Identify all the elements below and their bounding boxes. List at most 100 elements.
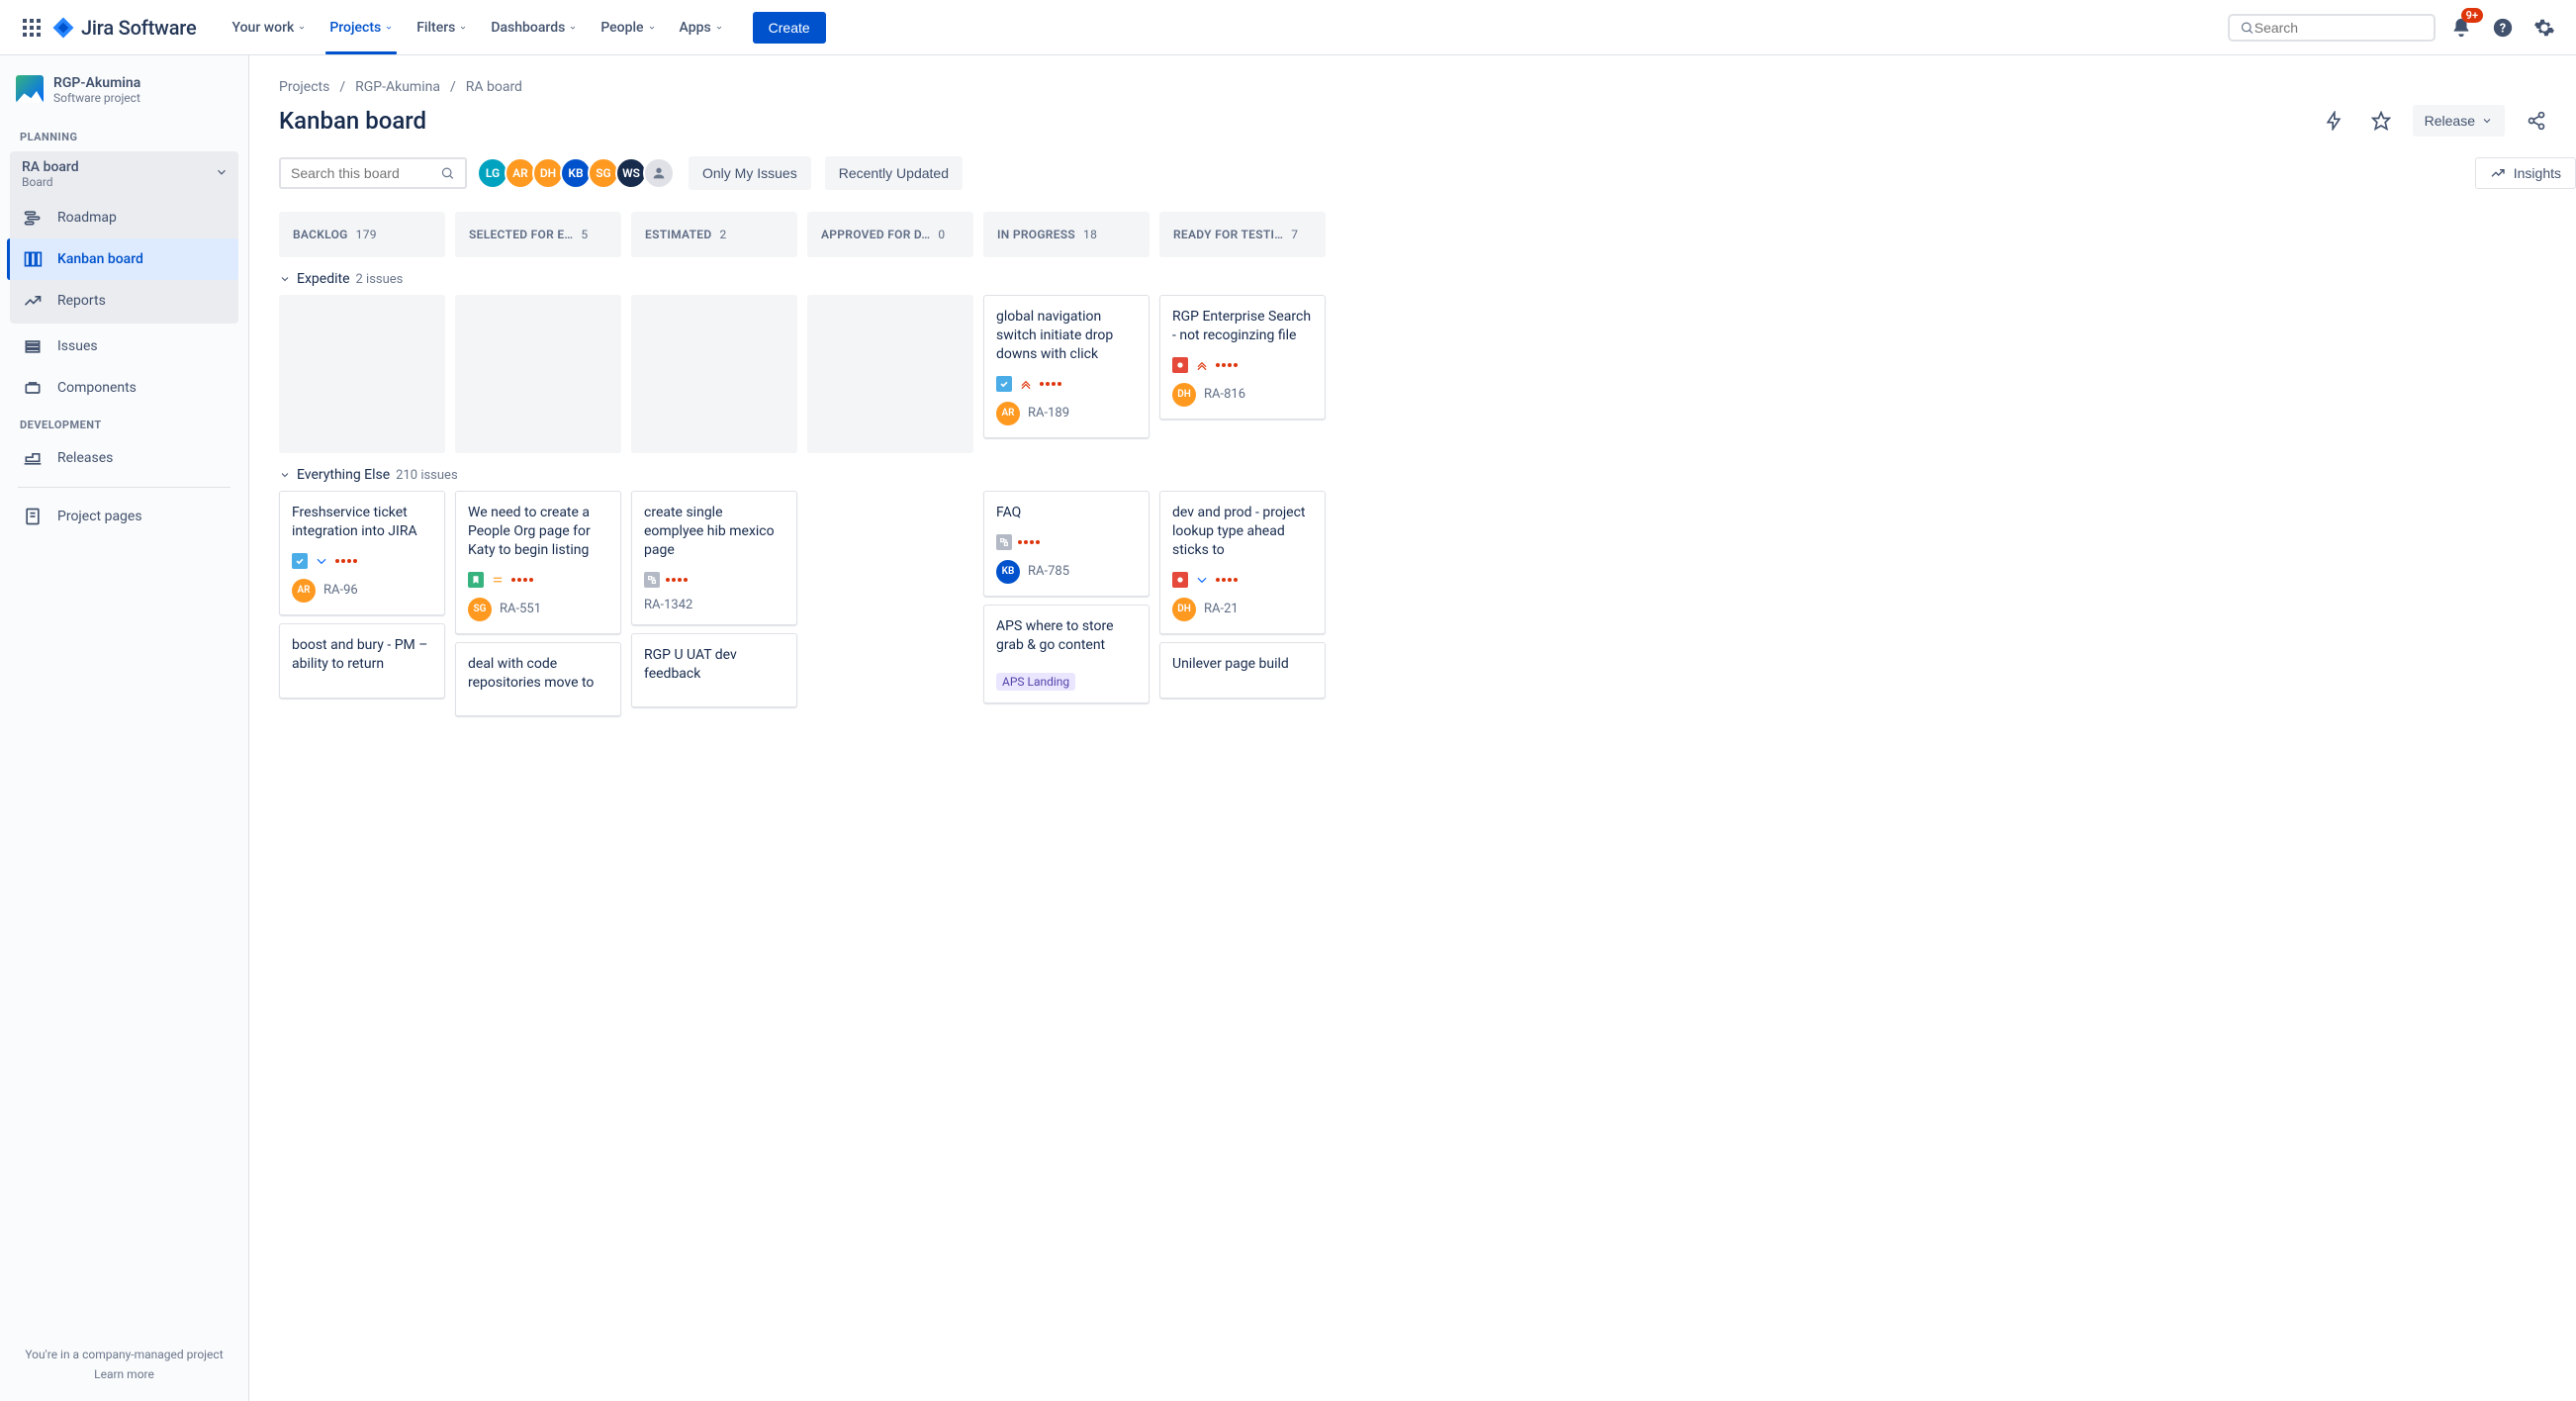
nav-item-dashboards[interactable]: Dashboards (479, 2, 589, 53)
card-title: We need to create a People Org page for … (468, 504, 608, 560)
create-button[interactable]: Create (753, 12, 826, 44)
issue-card[interactable]: Unilever page build (1159, 642, 1326, 699)
card-assignee-avatar: DH (1172, 383, 1196, 407)
card-assignee-avatar: KB (996, 560, 1020, 584)
issue-type-icon (468, 572, 484, 588)
sidebar-item-kanban[interactable]: Kanban board (7, 238, 238, 280)
issue-card[interactable]: dev and prod - project lookup type ahead… (1159, 491, 1326, 634)
release-button[interactable]: Release (2413, 105, 2505, 137)
column-header[interactable]: APPROVED FOR D…0 (807, 212, 973, 257)
global-search-input[interactable] (2254, 20, 2424, 36)
sidebar-board-expand[interactable]: RA board Board (10, 151, 238, 197)
swimlane-everything-else[interactable]: Everything Else 210 issues (279, 467, 2576, 483)
dots-indicator (1216, 363, 1238, 367)
issue-type-icon (1172, 357, 1188, 373)
help-icon[interactable]: ? (2487, 12, 2519, 44)
dots-indicator (1216, 578, 1238, 582)
priority-highest-icon (1018, 376, 1034, 392)
settings-icon[interactable] (2529, 12, 2560, 44)
board-icon (22, 248, 44, 270)
nav-item-projects[interactable]: Projects (318, 2, 405, 53)
issue-type-icon (996, 534, 1012, 550)
sidebar-item-releases[interactable]: Releases (10, 437, 238, 479)
issue-card[interactable]: deal with code repositories move to (455, 642, 621, 717)
sidebar-item-roadmap[interactable]: Roadmap (10, 197, 238, 238)
issue-key: RA-21 (1204, 602, 1239, 616)
notifications-icon[interactable]: 9+ (2445, 12, 2477, 44)
nav-item-apps[interactable]: Apps (668, 2, 735, 53)
column-header[interactable]: ESTIMATED2 (631, 212, 797, 257)
empty-cell[interactable] (279, 295, 445, 453)
share-icon[interactable] (2521, 105, 2552, 137)
app-switcher-icon[interactable] (16, 12, 47, 44)
dots-indicator (335, 559, 357, 563)
issue-type-icon (292, 553, 308, 569)
issue-card[interactable]: global navigation switch initiate drop d… (983, 295, 1150, 438)
card-assignee-avatar: AR (996, 402, 1020, 425)
empty-cell[interactable] (631, 295, 797, 453)
empty-cell[interactable] (807, 295, 973, 453)
star-icon[interactable] (2365, 105, 2397, 137)
breadcrumb-item[interactable]: Projects (279, 79, 329, 95)
issue-type-icon (996, 376, 1012, 392)
issue-card[interactable]: create single eomplyee hib mexico pageRA… (631, 491, 797, 625)
nav-items: Your workProjectsFiltersDashboardsPeople… (220, 2, 734, 53)
page-title: Kanban board (279, 107, 426, 135)
issue-key: RA-551 (500, 602, 541, 616)
section-planning: PLANNING (10, 121, 238, 149)
issue-card[interactable]: RGP Enterprise Search - not recoginzing … (1159, 295, 1326, 420)
sidebar-footer: You're in a company-managed project Lear… (10, 1338, 238, 1391)
sidebar-item-project-pages[interactable]: Project pages (10, 496, 238, 537)
global-search[interactable] (2228, 14, 2436, 42)
issue-card[interactable]: FAQKBRA-785 (983, 491, 1150, 597)
pages-icon (22, 506, 44, 527)
column-header[interactable]: IN PROGRESS18 (983, 212, 1150, 257)
top-nav: Jira Software Your workProjectsFiltersDa… (0, 0, 2576, 55)
column-header[interactable]: SELECTED FOR E…5 (455, 212, 621, 257)
roadmap-icon (22, 207, 44, 229)
sidebar-item-reports[interactable]: Reports (10, 280, 238, 322)
card-title: RGP Enterprise Search - not recoginzing … (1172, 308, 1313, 345)
card-title: Unilever page build (1172, 655, 1313, 674)
learn-more-link[interactable]: Learn more (20, 1367, 229, 1381)
jira-logo[interactable]: Jira Software (51, 16, 196, 40)
sidebar-item-components[interactable]: Components (10, 367, 238, 409)
breadcrumb-item[interactable]: RA board (466, 79, 522, 95)
nav-item-your-work[interactable]: Your work (220, 2, 318, 53)
column-header[interactable]: READY FOR TESTI…7 (1159, 212, 1326, 257)
project-type: Software project (53, 91, 140, 105)
board-search-input[interactable] (291, 165, 440, 181)
sidebar-item-issues[interactable]: Issues (10, 326, 238, 367)
project-header[interactable]: RGP-Akumina Software project (10, 75, 238, 121)
only-my-issues-button[interactable]: Only My Issues (689, 156, 811, 190)
main-content: Projects / RGP-Akumina / RA board Kanban… (249, 55, 2576, 1401)
recently-updated-button[interactable]: Recently Updated (825, 156, 963, 190)
card-title: FAQ (996, 504, 1137, 522)
dots-indicator (1018, 540, 1040, 544)
issue-card[interactable]: We need to create a People Org page for … (455, 491, 621, 634)
notif-badge: 9+ (2461, 8, 2483, 23)
swimlane-expedite[interactable]: Expedite 2 issues (279, 271, 2576, 287)
empty-cell[interactable] (455, 295, 621, 453)
column-header[interactable]: BACKLOG179 (279, 212, 445, 257)
insights-button[interactable]: Insights (2475, 157, 2576, 189)
nav-item-people[interactable]: People (589, 2, 667, 53)
automation-icon[interactable] (2318, 105, 2349, 137)
priority-highest-icon (1194, 357, 1210, 373)
issue-key: RA-189 (1028, 406, 1069, 420)
nav-item-filters[interactable]: Filters (405, 2, 479, 53)
components-icon (22, 377, 44, 399)
issue-card[interactable]: RGP U UAT dev feedback (631, 633, 797, 708)
issue-card[interactable]: APS where to store grab & go contentAPS … (983, 605, 1150, 703)
card-title: Freshservice ticket integration into JIR… (292, 504, 432, 541)
issue-type-icon (644, 572, 660, 588)
breadcrumb: Projects / RGP-Akumina / RA board (279, 79, 2576, 95)
card-assignee-avatar: SG (468, 598, 492, 621)
priority-medium-icon (490, 572, 506, 588)
issue-card[interactable]: Freshservice ticket integration into JIR… (279, 491, 445, 615)
issue-card[interactable]: boost and bury - PM – ability to return (279, 623, 445, 699)
assignee-avatars: LGARDHKBSGWS (481, 157, 675, 189)
breadcrumb-item[interactable]: RGP-Akumina (355, 79, 440, 95)
board-search[interactable] (279, 157, 467, 189)
add-people-icon[interactable] (643, 157, 675, 189)
